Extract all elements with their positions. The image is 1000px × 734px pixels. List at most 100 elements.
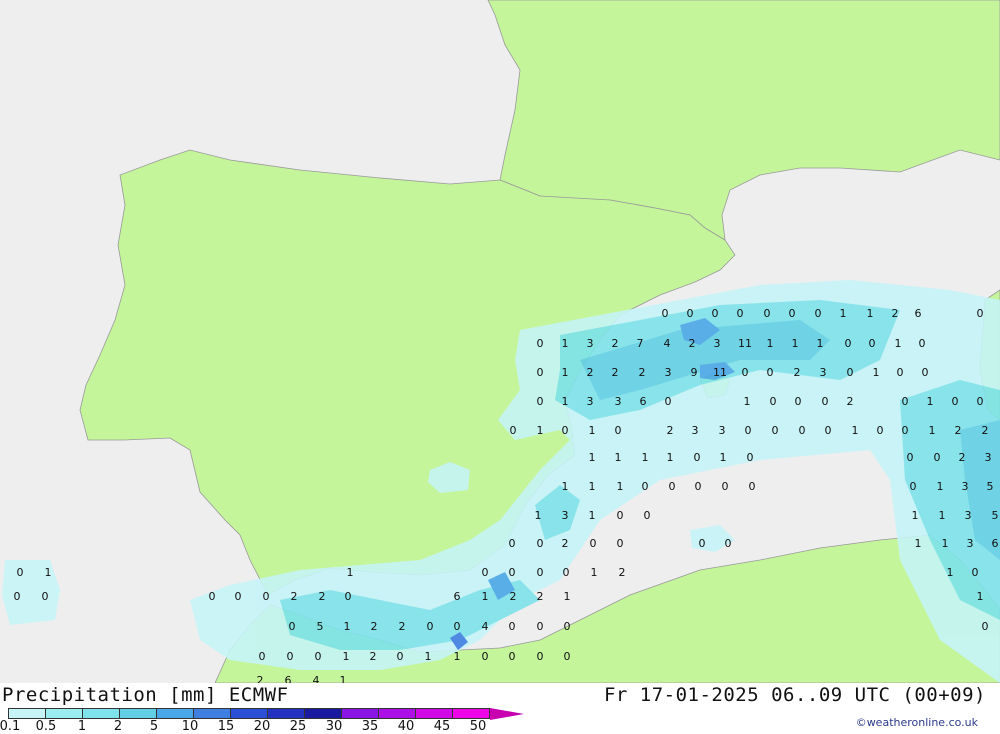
precip-value: 0 (642, 480, 649, 493)
precip-value: 0 (537, 566, 544, 579)
precip-value: 0 (815, 307, 822, 320)
precip-value: 2 (619, 566, 626, 579)
precip-value: 0 (767, 366, 774, 379)
precip-value: 0 (235, 590, 242, 603)
precip-value: 0 (510, 424, 517, 437)
precip-value: 0 (737, 307, 744, 320)
precip-value: 0 (509, 537, 516, 550)
precip-value: 5 (987, 480, 994, 493)
precip-value: 1 (915, 537, 922, 550)
precip-value: 0 (877, 424, 884, 437)
precip-value: 0 (644, 509, 651, 522)
precip-value: 1 (867, 307, 874, 320)
precip-value: 1 (617, 480, 624, 493)
precip-value: 1 (942, 537, 949, 550)
precip-value: 4 (482, 620, 489, 633)
precip-value: 0 (825, 424, 832, 437)
precip-value: 1 (562, 337, 569, 350)
precip-value: 1 (425, 650, 432, 663)
precip-value: 0 (263, 590, 270, 603)
precip-value: 3 (962, 480, 969, 493)
precip-value: 0 (537, 366, 544, 379)
precip-value: 0 (397, 650, 404, 663)
precip-value: 1 (939, 509, 946, 522)
precip-value: 2 (371, 620, 378, 633)
legend-swatch (156, 708, 193, 719)
precip-value: 0 (509, 620, 516, 633)
precip-value: 0 (617, 509, 624, 522)
legend-label: 5 (149, 719, 159, 734)
precip-value: 3 (965, 509, 972, 522)
precip-value: 11 (738, 337, 752, 350)
precip-value: 1 (929, 424, 936, 437)
precip-value: 0 (687, 307, 694, 320)
precip-value: 2 (612, 366, 619, 379)
precipitation-map[interactable]: 0 0 0 0 0 0 0 1 1 2 6 0 0 1 3 2 7 4 2 3 11 1 1 1 0 0 1 0 0 1 2 2 2 3 9 11 0 0… (0, 0, 1000, 683)
precip-value: 0 (537, 620, 544, 633)
precip-value: 1 (912, 509, 919, 522)
precip-value: 3 (714, 337, 721, 350)
precip-value: 0 (789, 307, 796, 320)
precip-value: 1 (45, 566, 52, 579)
precip-value: 1 (792, 337, 799, 350)
legend-label: 30 (325, 719, 343, 734)
precip-value: 0 (482, 566, 489, 579)
precip-value: 1 (562, 366, 569, 379)
precip-value: 2 (319, 590, 326, 603)
precip-value: 2 (370, 650, 377, 663)
legend-swatch (119, 708, 156, 719)
precip-value: 4 (313, 674, 320, 683)
precip-value: 2 (257, 674, 264, 683)
legend-label: 2 (113, 719, 123, 734)
precip-value: 0 (209, 590, 216, 603)
precip-value: 3 (820, 366, 827, 379)
precip-value: 0 (742, 366, 749, 379)
precip-value: 0 (259, 650, 266, 663)
precip-value: 2 (959, 451, 966, 464)
legend-swatch (304, 708, 341, 719)
valid-time: Fr 17-01-2025 06..09 UTC (00+09) (603, 684, 986, 706)
precip-value: 6 (640, 395, 647, 408)
precip-value: 1 (852, 424, 859, 437)
precip-value: 0 (615, 424, 622, 437)
precip-value: 0 (509, 650, 516, 663)
precip-value: 0 (345, 590, 352, 603)
precip-value: 0 (764, 307, 771, 320)
precip-value: 2 (639, 366, 646, 379)
legend-labels: 0.1 0.5 1 2 5 10 15 20 25 30 35 40 45 50 (0, 719, 540, 734)
credit-link[interactable]: ©weatheronline.co.uk (856, 716, 978, 729)
precip-value: 2 (689, 337, 696, 350)
precip-value: 0 (694, 451, 701, 464)
precip-value: 1 (744, 395, 751, 408)
legend-swatch (82, 708, 119, 719)
precip-value: 1 (840, 307, 847, 320)
precip-value: 0 (617, 537, 624, 550)
precip-value: 0 (315, 650, 322, 663)
precip-value: 2 (667, 424, 674, 437)
precip-value: 1 (895, 337, 902, 350)
precip-value: 0 (977, 307, 984, 320)
precip-value: 0 (972, 566, 979, 579)
precip-value: 0 (695, 480, 702, 493)
precip-value: 3 (967, 537, 974, 550)
precip-value: 0 (799, 424, 806, 437)
precip-value: 0 (42, 590, 49, 603)
precip-value: 2 (562, 537, 569, 550)
precip-value: 2 (955, 424, 962, 437)
precip-value: 6 (992, 537, 999, 550)
precip-value: 0 (14, 590, 21, 603)
precip-value: 1 (589, 480, 596, 493)
precip-value: 4 (664, 337, 671, 350)
precip-value: 1 (482, 590, 489, 603)
precip-value: 1 (537, 424, 544, 437)
precip-value: 2 (291, 590, 298, 603)
precip-value: 1 (344, 620, 351, 633)
precip-value: 0 (537, 337, 544, 350)
legend-swatch (8, 708, 45, 719)
legend-swatch (193, 708, 230, 719)
precip-value: 0 (427, 620, 434, 633)
legend-swatch (378, 708, 415, 719)
precip-value: 3 (719, 424, 726, 437)
precip-value: 0 (847, 366, 854, 379)
precip-value: 3 (692, 424, 699, 437)
